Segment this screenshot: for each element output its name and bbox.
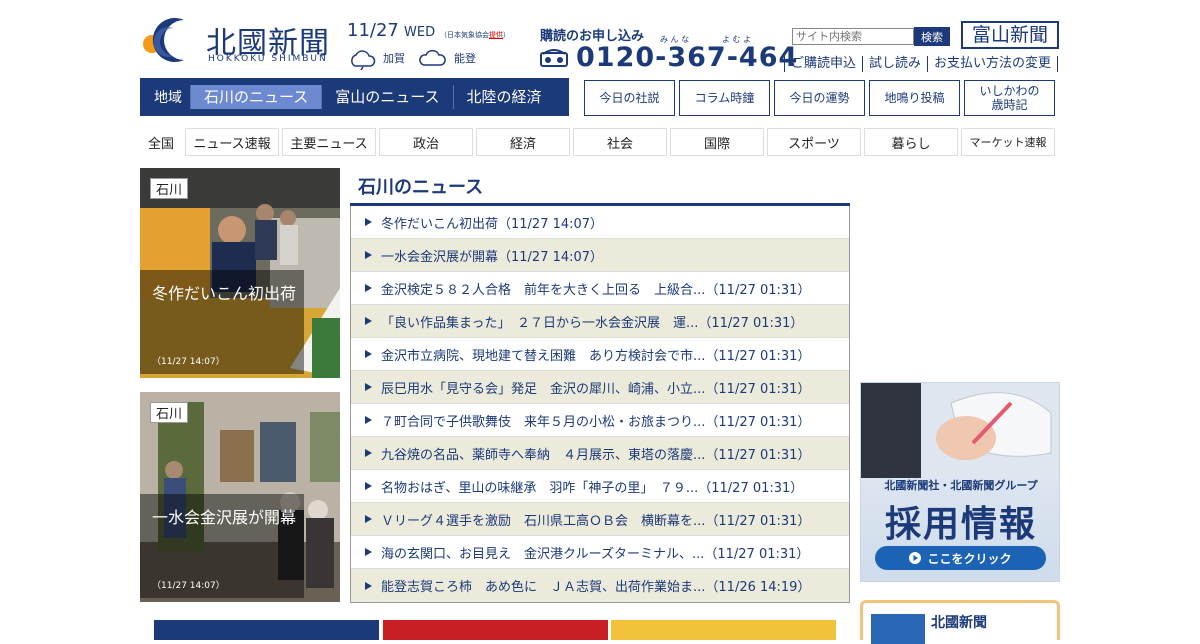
list-item[interactable]: 金沢検定５８２人合格 前年を大きく上回る 上級合...（11/27 01:31） bbox=[351, 272, 849, 305]
newspaper-thumbnail bbox=[871, 614, 925, 644]
hokkoku-logo-icon[interactable] bbox=[140, 16, 198, 64]
horoscope-button[interactable]: 今日の運勢 bbox=[774, 80, 865, 116]
region-badge: 石川 bbox=[150, 178, 189, 199]
list-item[interactable]: 一水会金沢展が開幕（11/27 14:07） bbox=[351, 239, 849, 272]
cloud-icon bbox=[419, 49, 446, 66]
cat-top-news[interactable]: 主要ニュース bbox=[282, 128, 376, 156]
list-item[interactable]: 能登志賀ころ柿 あめ色に ＪＡ志賀、出荷作業始ま...（11/26 14:19） bbox=[351, 569, 849, 602]
cat-economy[interactable]: 経済 bbox=[476, 128, 570, 156]
bottom-banner-2[interactable] bbox=[383, 620, 608, 640]
list-item[interactable]: Ｖリーグ４選手を激励 石川県工高ＯＢ会 横断幕を...（11/27 01:31） bbox=[351, 503, 849, 536]
phone-icon bbox=[540, 48, 568, 67]
weather-kaga[interactable]: 加賀 bbox=[347, 46, 405, 70]
bullet-arrow-icon bbox=[365, 383, 372, 391]
news-list: 冬作だいこん初出荷（11/27 14:07） 一水会金沢展が開幕（11/27 1… bbox=[350, 206, 850, 603]
column-jisho-button[interactable]: コラム時鐘 bbox=[679, 80, 770, 116]
subscribe-link[interactable]: ご購読申込 bbox=[784, 56, 862, 72]
tab-toyama-news[interactable]: 富山のニュース bbox=[321, 85, 452, 109]
bullet-arrow-icon bbox=[365, 251, 372, 259]
weather-source-link[interactable]: 提供 bbox=[489, 31, 503, 39]
cat-politics[interactable]: 政治 bbox=[379, 128, 473, 156]
recruit-ad-click-button[interactable]: ここをクリック bbox=[875, 546, 1046, 570]
cat-international[interactable]: 国際 bbox=[670, 128, 764, 156]
category-nav-label: 全国 bbox=[147, 136, 174, 152]
weather-area-label: 能登 bbox=[454, 52, 476, 65]
tab-hokuriku-economy[interactable]: 北陸の経済 bbox=[452, 85, 555, 109]
cat-breaking-news[interactable]: ニュース速報 bbox=[185, 128, 279, 156]
current-weekday: WED bbox=[404, 25, 436, 40]
list-item[interactable]: 「良い作品集まった」 ２７日から一水会金沢展 運...（11/27 01:31） bbox=[351, 305, 849, 338]
play-arrow-icon bbox=[909, 552, 922, 564]
bullet-arrow-icon bbox=[365, 218, 372, 226]
recruit-ad-banner[interactable]: 北國新聞社・北國新聞グループ 採用情報 ここをクリック bbox=[860, 382, 1060, 582]
bottom-banner-1[interactable] bbox=[154, 620, 379, 640]
region-nav-label: 地域 bbox=[154, 90, 182, 106]
photo-card-title[interactable]: 一水会金沢展が開幕 bbox=[152, 504, 296, 528]
list-item[interactable]: 辰巳用水「見守る会」発足 金沢の犀川、崎浦、小立...（11/27 01:31） bbox=[351, 371, 849, 404]
editorial-button[interactable]: 今日の社説 bbox=[584, 80, 675, 116]
cat-market-news[interactable]: マーケット速報 bbox=[961, 128, 1055, 156]
bullet-arrow-icon bbox=[365, 581, 372, 590]
photo-card-issuikai[interactable]: 石川 一水会金沢展が開幕 （11/27 14:07） bbox=[140, 392, 340, 602]
region-badge: 石川 bbox=[150, 402, 189, 423]
weather-source: （日本気象協会提供） bbox=[440, 31, 510, 39]
photo-card-title[interactable]: 冬作だいこん初出荷 bbox=[152, 280, 296, 304]
trial-link[interactable]: 試し読み bbox=[862, 56, 927, 72]
region-nav: 地域 石川のニュース 富山のニュース 北陸の経済 bbox=[140, 78, 569, 116]
bullet-arrow-icon bbox=[365, 416, 372, 424]
current-date: 11/27 bbox=[347, 20, 399, 41]
recruit-ad-title: 採用情報 bbox=[884, 504, 1037, 545]
bullet-arrow-icon bbox=[365, 449, 372, 457]
bullet-arrow-icon bbox=[365, 350, 372, 358]
sun-cloud-icon bbox=[351, 50, 376, 70]
subscribe-phone[interactable]: 0120-367-464 bbox=[540, 42, 798, 73]
reader-post-button[interactable]: 地鳴り投稿 bbox=[869, 80, 960, 116]
search-button[interactable]: 検索 bbox=[914, 27, 950, 46]
weather-area-label: 加賀 bbox=[383, 52, 405, 65]
cat-sports[interactable]: スポーツ bbox=[767, 128, 861, 156]
photo-card-time: （11/27 14:07） bbox=[152, 581, 225, 591]
list-item[interactable]: ７町合同で子供歌舞伎 来年５月の小松・お旅まつり...（11/27 01:31） bbox=[351, 404, 849, 437]
list-item[interactable]: 海の玄関口、お目見え 金沢港クルーズターミナル、...（11/27 01:31） bbox=[351, 536, 849, 569]
hand-with-pen-image bbox=[861, 383, 1059, 478]
photo-card-time: （11/27 14:07） bbox=[152, 357, 225, 367]
cat-lifestyle[interactable]: 暮らし bbox=[864, 128, 958, 156]
category-nav: 全国 ニュース速報 主要ニュース 政治 経済 社会 国際 スポーツ 暮らし マー… bbox=[140, 128, 1055, 156]
weather-noto[interactable]: 能登 bbox=[418, 46, 476, 70]
brand-romaji: HOKKOKU SHIMBUN bbox=[208, 54, 328, 64]
list-item[interactable]: 名物おはぎ、里山の味継承 羽咋「神子の里」 ７９...（11/27 01:31） bbox=[351, 470, 849, 503]
seasonal-events-button[interactable]: いしかわの 歳時記 bbox=[964, 80, 1055, 116]
list-item[interactable]: 金沢市立病院、現地建て替え困難 あり方検討会で市...（11/27 01:31） bbox=[351, 338, 849, 371]
cat-society[interactable]: 社会 bbox=[573, 128, 667, 156]
news-section-heading: 石川のニュース bbox=[358, 177, 484, 198]
digital-edition-title: 北國新聞 bbox=[931, 615, 987, 631]
list-item[interactable]: 九谷焼の名品、薬師寺へ奉納 ４月展示、東塔の落慶...（11/27 01:31） bbox=[351, 437, 849, 470]
phone-number: 0120-367-464 bbox=[576, 42, 799, 73]
bullet-arrow-icon bbox=[365, 482, 372, 490]
bullet-arrow-icon bbox=[365, 317, 372, 325]
toyama-shimbun-link[interactable]: 富山新聞 bbox=[961, 21, 1059, 49]
bottom-banner-3[interactable] bbox=[611, 620, 836, 640]
photo-card-daikon[interactable]: 石川 冬作だいこん初出荷 （11/27 14:07） bbox=[140, 168, 340, 378]
site-search-input[interactable] bbox=[792, 28, 914, 45]
bullet-arrow-icon bbox=[365, 515, 372, 523]
bullet-arrow-icon bbox=[365, 548, 372, 556]
feature-buttons: 今日の社説 コラム時鐘 今日の運勢 地鳴り投稿 いしかわの 歳時記 bbox=[584, 80, 1055, 116]
account-links: ご購読申込 試し読み お支払い方法の変更 bbox=[784, 56, 1059, 72]
bullet-arrow-icon bbox=[365, 284, 372, 292]
list-item[interactable]: 冬作だいこん初出荷（11/27 14:07） bbox=[351, 206, 849, 239]
tab-ishikawa-news[interactable]: 石川のニュース bbox=[190, 85, 322, 109]
payment-change-link[interactable]: お支払い方法の変更 bbox=[927, 56, 1059, 72]
recruit-ad-org: 北國新聞社・北國新聞グループ bbox=[884, 479, 1038, 492]
digital-edition-box[interactable]: 北國新聞 bbox=[860, 600, 1060, 644]
